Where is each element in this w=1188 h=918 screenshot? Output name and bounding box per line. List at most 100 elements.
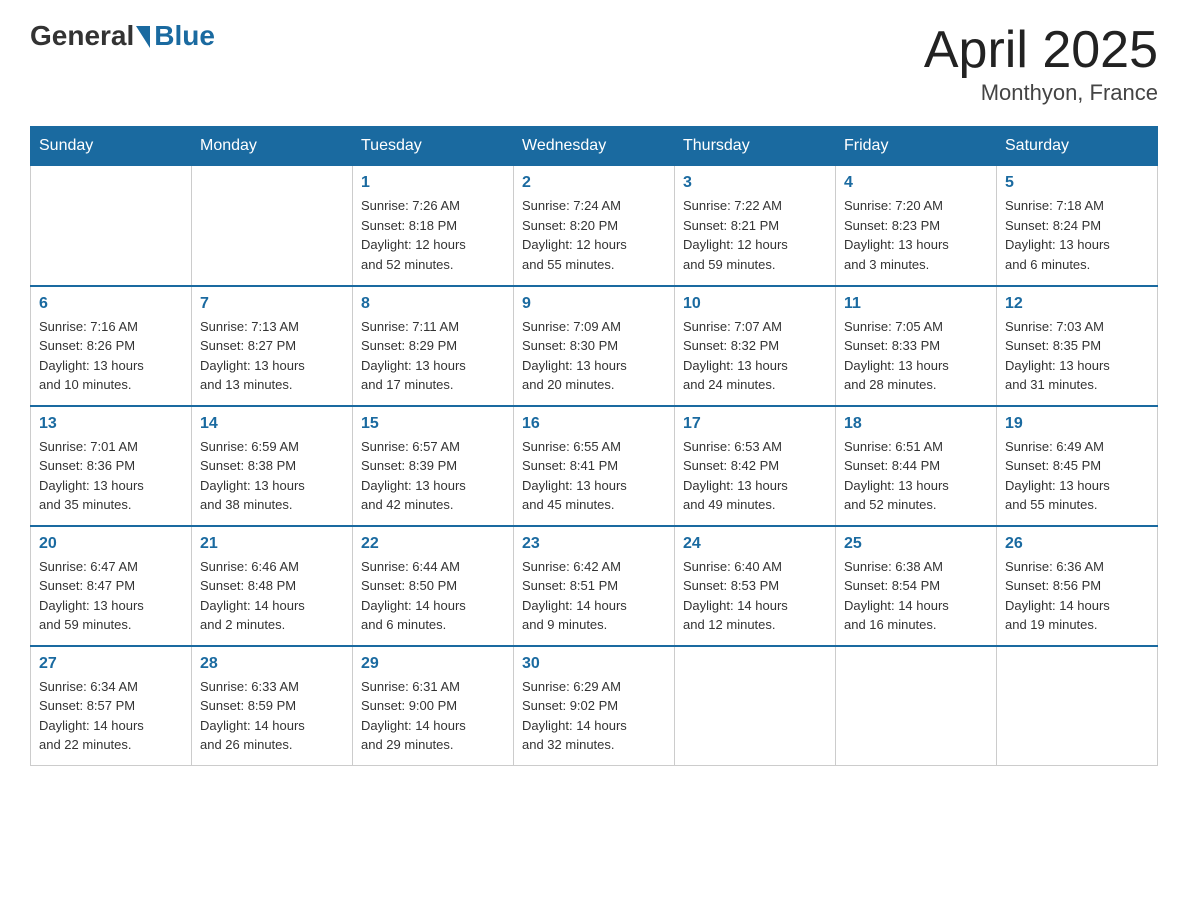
day-info: Sunrise: 7:26 AM Sunset: 8:18 PM Dayligh… xyxy=(361,196,505,274)
calendar-day-cell: 11 Sunrise: 7:05 AM Sunset: 8:33 PM Dayli… xyxy=(836,286,997,406)
day-info: Sunrise: 6:47 AM Sunset: 8:47 PM Dayligh… xyxy=(39,557,183,635)
day-number: 17 xyxy=(683,415,827,433)
header-saturday: Saturday xyxy=(997,127,1158,166)
logo-blue-text: Blue xyxy=(154,20,215,52)
weekday-row: Sunday Monday Tuesday Wednesday Thursday… xyxy=(31,127,1158,166)
calendar-day-cell xyxy=(192,166,353,286)
day-number: 9 xyxy=(522,295,666,313)
calendar-day-cell: 28Sunrise: 6:33 AM Sunset: 8:59 PM Dayli… xyxy=(192,646,353,766)
day-info: Sunrise: 6:44 AM Sunset: 8:50 PM Dayligh… xyxy=(361,557,505,635)
title-block: April 2025 Monthyon, France xyxy=(924,20,1158,106)
day-info: Sunrise: 7:18 AM Sunset: 8:24 PM Dayligh… xyxy=(1005,196,1149,274)
calendar-day-cell: 18Sunrise: 6:51 AM Sunset: 8:44 PM Dayli… xyxy=(836,406,997,526)
day-info: Sunrise: 7:01 AM Sunset: 8:36 PM Dayligh… xyxy=(39,437,183,515)
logo-triangle-icon xyxy=(136,26,150,48)
day-number: 18 xyxy=(844,415,988,433)
day-number: 8 xyxy=(361,295,505,313)
calendar-day-cell: 3Sunrise: 7:22 AM Sunset: 8:21 PM Daylig… xyxy=(675,166,836,286)
day-number: 1 xyxy=(361,174,505,192)
calendar-week-row: 1 Sunrise: 7:26 AM Sunset: 8:18 PM Daylig… xyxy=(31,166,1158,286)
calendar-day-cell: 30 Sunrise: 6:29 AM Sunset: 9:02 PM Dayli… xyxy=(514,646,675,766)
calendar-title: April 2025 xyxy=(924,20,1158,80)
header-friday: Friday xyxy=(836,127,997,166)
calendar-day-cell: 26 Sunrise: 6:36 AM Sunset: 8:56 PM Dayli… xyxy=(997,526,1158,646)
day-info: Sunrise: 7:24 AM Sunset: 8:20 PM Dayligh… xyxy=(522,196,666,274)
day-number: 29 xyxy=(361,655,505,673)
calendar-day-cell: 19Sunrise: 6:49 AM Sunset: 8:45 PM Dayli… xyxy=(997,406,1158,526)
day-info: Sunrise: 7:07 AM Sunset: 8:32 PM Dayligh… xyxy=(683,317,827,395)
calendar-day-cell: 6Sunrise: 7:16 AM Sunset: 8:26 PM Daylig… xyxy=(31,286,192,406)
calendar-day-cell: 4 Sunrise: 7:20 AM Sunset: 8:23 PM Daylig… xyxy=(836,166,997,286)
calendar-header: Sunday Monday Tuesday Wednesday Thursday… xyxy=(31,127,1158,166)
calendar-day-cell: 13 Sunrise: 7:01 AM Sunset: 8:36 PM Dayli… xyxy=(31,406,192,526)
calendar-day-cell: 21 Sunrise: 6:46 AM Sunset: 8:48 PM Dayli… xyxy=(192,526,353,646)
day-number: 3 xyxy=(683,174,827,192)
calendar-day-cell: 27Sunrise: 6:34 AM Sunset: 8:57 PM Dayli… xyxy=(31,646,192,766)
calendar-day-cell: 8 Sunrise: 7:11 AM Sunset: 8:29 PM Daylig… xyxy=(353,286,514,406)
page-header: General Blue April 2025 Monthyon, France xyxy=(30,20,1158,106)
calendar-table: Sunday Monday Tuesday Wednesday Thursday… xyxy=(30,126,1158,766)
day-number: 10 xyxy=(683,295,827,313)
day-info: Sunrise: 6:59 AM Sunset: 8:38 PM Dayligh… xyxy=(200,437,344,515)
day-number: 21 xyxy=(200,535,344,553)
header-monday: Monday xyxy=(192,127,353,166)
calendar-day-cell: 9Sunrise: 7:09 AM Sunset: 8:30 PM Daylig… xyxy=(514,286,675,406)
calendar-day-cell xyxy=(31,166,192,286)
calendar-subtitle: Monthyon, France xyxy=(924,80,1158,106)
calendar-day-cell: 7 Sunrise: 7:13 AM Sunset: 8:27 PM Daylig… xyxy=(192,286,353,406)
header-wednesday: Wednesday xyxy=(514,127,675,166)
day-number: 7 xyxy=(200,295,344,313)
calendar-day-cell: 22 Sunrise: 6:44 AM Sunset: 8:50 PM Dayli… xyxy=(353,526,514,646)
calendar-day-cell: 29 Sunrise: 6:31 AM Sunset: 9:00 PM Dayli… xyxy=(353,646,514,766)
calendar-week-row: 27Sunrise: 6:34 AM Sunset: 8:57 PM Dayli… xyxy=(31,646,1158,766)
day-info: Sunrise: 6:36 AM Sunset: 8:56 PM Dayligh… xyxy=(1005,557,1149,635)
calendar-day-cell: 25Sunrise: 6:38 AM Sunset: 8:54 PM Dayli… xyxy=(836,526,997,646)
day-number: 23 xyxy=(522,535,666,553)
day-number: 22 xyxy=(361,535,505,553)
day-number: 11 xyxy=(844,295,988,313)
day-number: 2 xyxy=(522,174,666,192)
day-info: Sunrise: 7:05 AM Sunset: 8:33 PM Dayligh… xyxy=(844,317,988,395)
calendar-day-cell: 20 Sunrise: 6:47 AM Sunset: 8:47 PM Dayli… xyxy=(31,526,192,646)
day-number: 30 xyxy=(522,655,666,673)
day-number: 26 xyxy=(1005,535,1149,553)
calendar-day-cell: 14 Sunrise: 6:59 AM Sunset: 8:38 PM Dayli… xyxy=(192,406,353,526)
day-info: Sunrise: 7:16 AM Sunset: 8:26 PM Dayligh… xyxy=(39,317,183,395)
day-number: 5 xyxy=(1005,174,1149,192)
day-number: 24 xyxy=(683,535,827,553)
calendar-day-cell: 16Sunrise: 6:55 AM Sunset: 8:41 PM Dayli… xyxy=(514,406,675,526)
day-info: Sunrise: 6:31 AM Sunset: 9:00 PM Dayligh… xyxy=(361,677,505,755)
calendar-body: 1 Sunrise: 7:26 AM Sunset: 8:18 PM Daylig… xyxy=(31,166,1158,766)
calendar-day-cell xyxy=(997,646,1158,766)
logo: General Blue xyxy=(30,20,215,52)
day-info: Sunrise: 6:53 AM Sunset: 8:42 PM Dayligh… xyxy=(683,437,827,515)
calendar-week-row: 6Sunrise: 7:16 AM Sunset: 8:26 PM Daylig… xyxy=(31,286,1158,406)
day-number: 4 xyxy=(844,174,988,192)
header-thursday: Thursday xyxy=(675,127,836,166)
calendar-day-cell: 2 Sunrise: 7:24 AM Sunset: 8:20 PM Daylig… xyxy=(514,166,675,286)
header-sunday: Sunday xyxy=(31,127,192,166)
day-number: 13 xyxy=(39,415,183,433)
day-info: Sunrise: 7:13 AM Sunset: 8:27 PM Dayligh… xyxy=(200,317,344,395)
day-number: 14 xyxy=(200,415,344,433)
day-info: Sunrise: 6:34 AM Sunset: 8:57 PM Dayligh… xyxy=(39,677,183,755)
day-info: Sunrise: 6:40 AM Sunset: 8:53 PM Dayligh… xyxy=(683,557,827,635)
calendar-day-cell: 12Sunrise: 7:03 AM Sunset: 8:35 PM Dayli… xyxy=(997,286,1158,406)
calendar-day-cell: 1 Sunrise: 7:26 AM Sunset: 8:18 PM Daylig… xyxy=(353,166,514,286)
day-info: Sunrise: 7:20 AM Sunset: 8:23 PM Dayligh… xyxy=(844,196,988,274)
day-number: 16 xyxy=(522,415,666,433)
logo-general-text: General xyxy=(30,20,134,52)
calendar-day-cell: 24 Sunrise: 6:40 AM Sunset: 8:53 PM Dayli… xyxy=(675,526,836,646)
day-number: 20 xyxy=(39,535,183,553)
day-number: 15 xyxy=(361,415,505,433)
day-info: Sunrise: 6:29 AM Sunset: 9:02 PM Dayligh… xyxy=(522,677,666,755)
day-info: Sunrise: 7:11 AM Sunset: 8:29 PM Dayligh… xyxy=(361,317,505,395)
day-number: 19 xyxy=(1005,415,1149,433)
calendar-day-cell xyxy=(836,646,997,766)
calendar-day-cell: 17 Sunrise: 6:53 AM Sunset: 8:42 PM Dayli… xyxy=(675,406,836,526)
day-info: Sunrise: 6:46 AM Sunset: 8:48 PM Dayligh… xyxy=(200,557,344,635)
calendar-week-row: 20 Sunrise: 6:47 AM Sunset: 8:47 PM Dayli… xyxy=(31,526,1158,646)
day-info: Sunrise: 6:42 AM Sunset: 8:51 PM Dayligh… xyxy=(522,557,666,635)
day-info: Sunrise: 6:38 AM Sunset: 8:54 PM Dayligh… xyxy=(844,557,988,635)
calendar-day-cell xyxy=(675,646,836,766)
